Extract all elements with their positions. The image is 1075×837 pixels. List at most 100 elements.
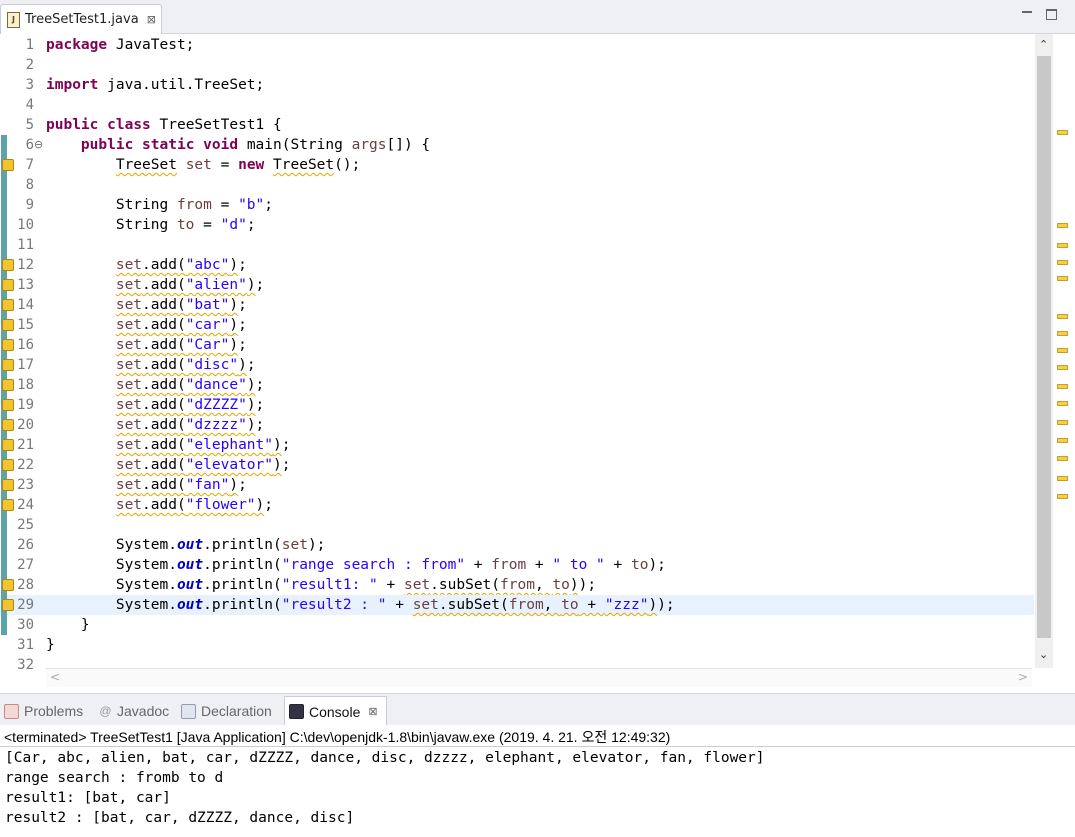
code-line[interactable]: 23 set.add("fan"); xyxy=(0,475,1034,495)
console-view[interactable]: <terminated> TreeSetTest1 [Java Applicat… xyxy=(0,725,1075,837)
overview-warning-marker[interactable] xyxy=(1057,130,1068,135)
code-text: set.add("bat"); xyxy=(115,297,247,313)
overview-warning-marker[interactable] xyxy=(1057,420,1068,425)
scroll-down-icon[interactable]: ⌄ xyxy=(1039,648,1048,661)
code-line[interactable]: 8 xyxy=(0,175,1034,195)
vertical-scrollbar[interactable] xyxy=(1035,34,1053,668)
overview-warning-marker[interactable] xyxy=(1057,331,1068,336)
overview-warning-marker[interactable] xyxy=(1057,476,1068,481)
code-text: set.add("flower"); xyxy=(115,497,274,513)
overview-warning-marker[interactable] xyxy=(1057,365,1068,370)
line-number: 27 xyxy=(17,557,34,573)
overview-warning-marker[interactable] xyxy=(1057,348,1068,353)
code-text: set.add("dZZZZ"); xyxy=(115,397,265,413)
warning-icon[interactable] xyxy=(2,599,14,611)
tab-javadoc[interactable]: @ Javadoc xyxy=(99,701,169,721)
code-text: set.add("elephant"); xyxy=(115,437,291,453)
line-number: 16 xyxy=(17,337,34,353)
code-line[interactable]: 31} xyxy=(0,635,1034,655)
warning-icon[interactable] xyxy=(2,479,14,491)
code-line[interactable]: 24 set.add("flower"); xyxy=(0,495,1034,515)
code-line[interactable]: 16 set.add("Car"); xyxy=(0,335,1034,355)
console-icon xyxy=(289,704,304,719)
code-line[interactable]: 25 xyxy=(0,515,1034,535)
change-marker xyxy=(1,215,7,235)
overview-warning-marker[interactable] xyxy=(1057,260,1068,265)
code-line[interactable]: 1 package JavaTest; xyxy=(0,35,1034,55)
warning-icon[interactable] xyxy=(2,319,14,331)
warning-icon[interactable] xyxy=(2,259,14,271)
line-number: 1 xyxy=(25,37,34,53)
warning-icon[interactable] xyxy=(2,339,14,351)
console-output-line: [Car, abc, alien, bat, car, dZZZZ, dance… xyxy=(5,750,765,766)
code-line[interactable]: 13 set.add("alien"); xyxy=(0,275,1034,295)
warning-icon[interactable] xyxy=(2,279,14,291)
horizontal-scrollbar[interactable]: < > xyxy=(46,668,1032,687)
overview-warning-marker[interactable] xyxy=(1057,384,1068,389)
tab-console[interactable]: Console ⊠ xyxy=(284,696,387,726)
overview-warning-marker[interactable] xyxy=(1057,494,1068,499)
code-line[interactable]: 30 } xyxy=(0,615,1034,635)
overview-ruler[interactable] xyxy=(1055,34,1069,668)
javadoc-icon: @ xyxy=(99,704,112,718)
tab-problems[interactable]: Problems xyxy=(4,701,83,721)
maximize-icon[interactable] xyxy=(1045,8,1059,20)
minimize-icon[interactable] xyxy=(1021,8,1035,20)
code-line[interactable]: 9 String from = "b"; xyxy=(0,195,1034,215)
code-line[interactable]: 17 set.add("disc"); xyxy=(0,355,1034,375)
change-marker xyxy=(1,515,7,535)
code-line[interactable]: 18 set.add("dance"); xyxy=(0,375,1034,395)
scroll-up-icon[interactable]: ⌃ xyxy=(1039,38,1048,51)
warning-icon[interactable] xyxy=(2,579,14,591)
overview-warning-marker[interactable] xyxy=(1057,456,1068,461)
scroll-right-icon[interactable]: > xyxy=(1018,670,1028,684)
editor-tab-treesettest1[interactable]: J TreeSetTest1.java ⊠ xyxy=(0,4,162,34)
warning-icon[interactable] xyxy=(2,459,14,471)
code-line[interactable]: 29 System.out.println("result2 : " + set… xyxy=(0,595,1034,615)
scrollbar-thumb[interactable] xyxy=(1037,56,1051,638)
code-line[interactable]: 14 set.add("bat"); xyxy=(0,295,1034,315)
code-line[interactable]: 2 xyxy=(0,55,1034,75)
code-line[interactable]: 6 ⊖ public static void main(String args[]… xyxy=(0,135,1034,155)
code-line[interactable]: 10 String to = "d"; xyxy=(0,215,1034,235)
warning-icon[interactable] xyxy=(2,399,14,411)
scroll-left-icon[interactable]: < xyxy=(50,670,60,684)
overview-warning-marker[interactable] xyxy=(1057,401,1068,406)
code-line[interactable]: 11 xyxy=(0,235,1034,255)
code-line[interactable]: 27 System.out.println("range search : fr… xyxy=(0,555,1034,575)
warning-icon[interactable] xyxy=(2,419,14,431)
code-editor[interactable]: 1 package JavaTest; 2 3 import java.util.Tre… xyxy=(0,34,1075,689)
code-line[interactable]: 4 xyxy=(0,95,1034,115)
fold-icon[interactable]: ⊖ xyxy=(34,135,43,155)
code-line[interactable]: 19 set.add("dZZZZ"); xyxy=(0,395,1034,415)
warning-icon[interactable] xyxy=(2,439,14,451)
change-marker xyxy=(1,535,7,555)
overview-warning-marker[interactable] xyxy=(1057,243,1068,248)
line-number: 24 xyxy=(17,497,34,513)
code-line[interactable]: 3 import java.util.TreeSet; xyxy=(0,75,1034,95)
warning-icon[interactable] xyxy=(2,379,14,391)
tab-declaration[interactable]: Declaration xyxy=(181,701,272,721)
warning-icon[interactable] xyxy=(2,159,14,171)
code-line[interactable]: 7 TreeSet set = new TreeSet(); xyxy=(0,155,1034,175)
warning-icon[interactable] xyxy=(2,299,14,311)
tab-declaration-label: Declaration xyxy=(201,703,272,719)
overview-warning-marker[interactable] xyxy=(1057,438,1068,443)
code-line[interactable]: 21 set.add("elephant"); xyxy=(0,435,1034,455)
code-line[interactable]: 20 set.add("dzzzz"); xyxy=(0,415,1034,435)
code-line[interactable]: 12 set.add("abc"); xyxy=(0,255,1034,275)
overview-warning-marker[interactable] xyxy=(1057,223,1068,228)
code-line[interactable]: 22 set.add("elevator"); xyxy=(0,455,1034,475)
code-line[interactable]: 28 System.out.println("result1: " + set.… xyxy=(0,575,1034,595)
overview-warning-marker[interactable] xyxy=(1057,276,1068,281)
change-marker xyxy=(1,135,7,155)
close-icon[interactable]: ⊠ xyxy=(368,705,377,718)
warning-icon[interactable] xyxy=(2,359,14,371)
warning-icon[interactable] xyxy=(2,499,14,511)
overview-warning-marker[interactable] xyxy=(1057,314,1068,319)
code-line[interactable]: 5 public class TreeSetTest1 { xyxy=(0,115,1034,135)
tab-console-label: Console xyxy=(309,703,361,720)
close-icon[interactable]: ⊠ xyxy=(147,13,156,26)
code-line[interactable]: 15 set.add("car"); xyxy=(0,315,1034,335)
code-line[interactable]: 26 System.out.println(set); xyxy=(0,535,1034,555)
